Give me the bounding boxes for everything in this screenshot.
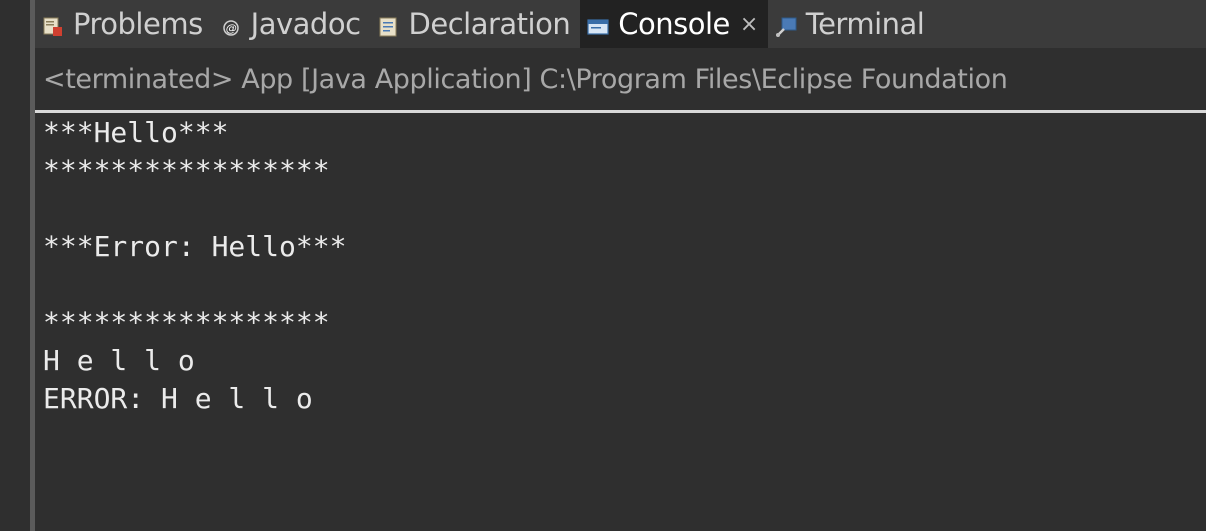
tab-label: Javadoc [250,7,361,41]
console-output[interactable]: ***Hello*** ***************** ***Error: … [43,114,1193,418]
left-gutter [0,0,30,531]
process-status-line: <terminated> App [Java Application] C:\P… [35,48,1206,110]
tab-declaration[interactable]: Declaration [371,0,581,48]
declaration-icon [377,12,401,37]
tab-javadoc[interactable]: @ Javadoc [213,0,371,48]
console-view-panel: Problems @ Javadoc Declaration Console ×… [35,0,1206,531]
problems-icon [41,12,65,36]
status-divider [35,110,1206,113]
console-line: ***************** [43,306,330,339]
tab-label: Console [618,7,730,41]
tab-console[interactable]: Console × [580,0,768,48]
tab-problems[interactable]: Problems [35,0,213,48]
close-icon[interactable]: × [740,12,758,37]
console-line: ***Error: Hello*** [43,230,347,263]
tab-label: Declaration [408,7,571,41]
console-line: ***Hello*** [43,116,229,149]
svg-text:@: @ [225,22,236,35]
terminal-icon [774,12,798,37]
tab-label: Problems [73,7,203,41]
tab-label: Terminal [805,7,925,41]
console-line: ***************** [43,154,330,187]
console-icon [586,12,610,36]
javadoc-icon: @ [219,12,243,36]
tab-terminal[interactable]: Terminal [768,0,935,48]
console-line: H e l l o [43,344,195,377]
console-line: ERROR: H e l l o [43,382,313,415]
view-tab-bar: Problems @ Javadoc Declaration Console ×… [35,0,1206,48]
